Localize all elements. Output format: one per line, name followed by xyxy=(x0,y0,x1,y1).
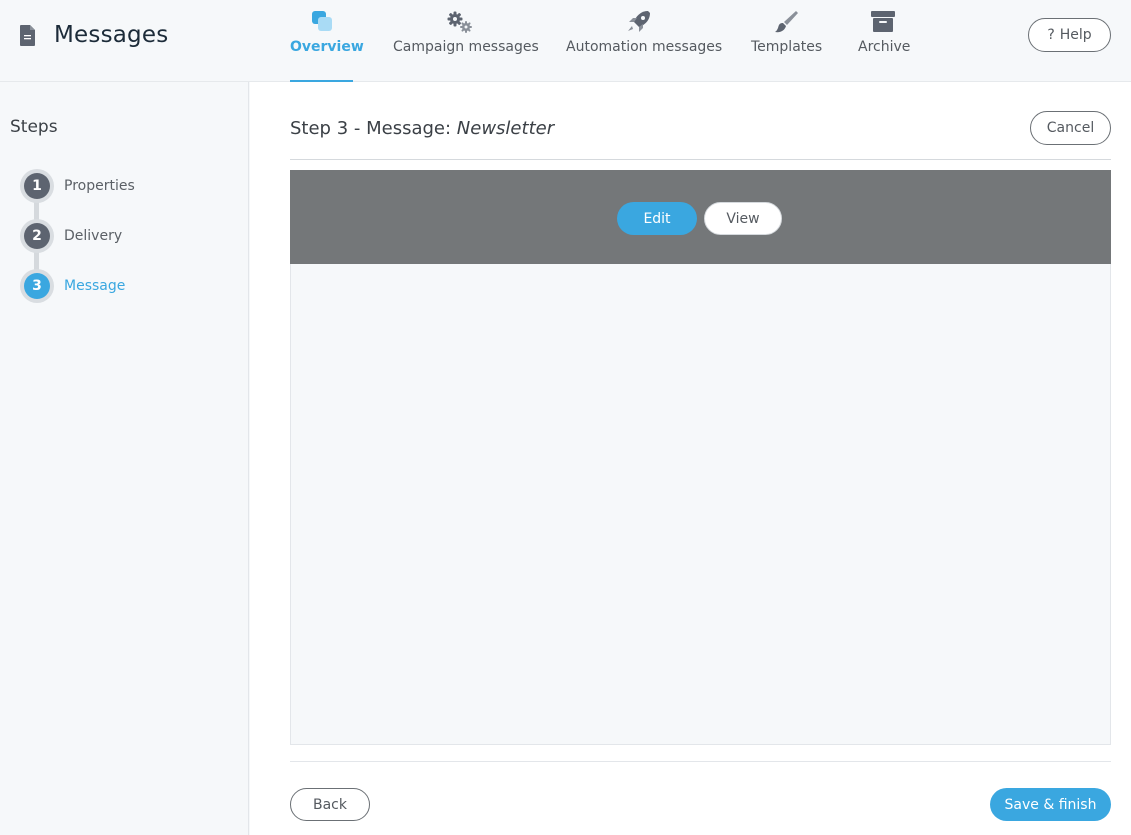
tab-overview-label: Overview xyxy=(290,39,364,55)
tab-automation-messages-label: Automation messages xyxy=(566,39,723,55)
gears-icon xyxy=(445,9,475,35)
step-label: Properties xyxy=(64,178,135,194)
step-properties[interactable]: 1 Properties xyxy=(20,169,135,203)
paintbrush-icon xyxy=(771,9,801,35)
divider xyxy=(290,159,1111,160)
archive-box-icon xyxy=(868,9,898,35)
app-title: Messages xyxy=(18,22,168,48)
step-number-badge: 3 xyxy=(20,269,54,303)
step-heading-prefix: Step 3 - Message: xyxy=(290,118,452,139)
rocket-icon xyxy=(624,9,654,35)
steps-sidebar: Steps 1 Properties 2 Delivery 3 Message xyxy=(0,82,249,835)
steps-title: Steps xyxy=(10,117,58,137)
message-name: Newsletter xyxy=(456,118,555,139)
tab-archive-label: Archive xyxy=(858,39,911,55)
step-heading: Step 3 - Message: Newsletter xyxy=(290,118,554,139)
message-editor-area[interactable] xyxy=(290,264,1111,745)
tab-campaign-messages[interactable]: Campaign messages xyxy=(393,0,539,82)
help-button[interactable]: ? Help xyxy=(1028,18,1111,52)
tab-automation-messages[interactable]: Automation messages xyxy=(566,0,723,82)
step-number-badge: 1 xyxy=(20,169,54,203)
tab-templates-label: Templates xyxy=(751,39,823,55)
tab-templates[interactable]: Templates xyxy=(751,0,823,82)
question-mark-icon: ? xyxy=(1047,27,1055,43)
main-content: Step 3 - Message: Newsletter Cancel Edit… xyxy=(250,82,1131,835)
back-button[interactable]: Back xyxy=(290,788,370,821)
cancel-button[interactable]: Cancel xyxy=(1030,111,1111,145)
step-delivery[interactable]: 2 Delivery xyxy=(20,219,122,253)
edit-mode-button[interactable]: Edit xyxy=(617,202,697,235)
divider xyxy=(290,761,1111,762)
tab-archive[interactable]: Archive xyxy=(858,0,911,82)
save-and-finish-button[interactable]: Save & finish xyxy=(990,788,1111,821)
view-mode-button[interactable]: View xyxy=(704,202,782,235)
step-number-badge: 2 xyxy=(20,219,54,253)
step-message[interactable]: 3 Message xyxy=(20,269,125,303)
overview-icon xyxy=(307,9,337,35)
tab-overview[interactable]: Overview xyxy=(290,0,364,82)
top-bar: Messages Overview Campaign messages Auto… xyxy=(0,0,1131,82)
step-label: Message xyxy=(64,278,126,294)
step-label: Delivery xyxy=(64,228,123,244)
page-title: Messages xyxy=(54,22,169,48)
help-button-label: Help xyxy=(1059,27,1092,43)
tab-campaign-messages-label: Campaign messages xyxy=(393,39,539,55)
document-icon xyxy=(18,23,38,48)
editor-toolbar: Edit View xyxy=(290,170,1111,264)
